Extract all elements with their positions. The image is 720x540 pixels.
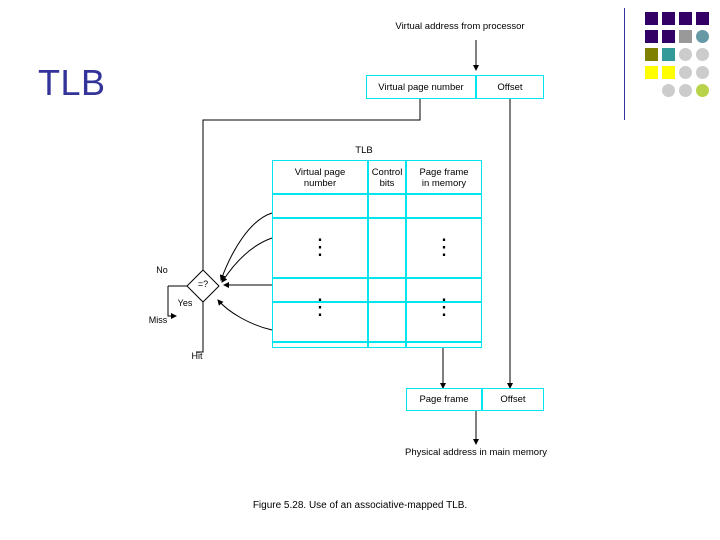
- tlb-ellipsis-lower-right: ⋮: [433, 294, 455, 319]
- deco-circle: [679, 84, 692, 97]
- deco-circle: [679, 48, 692, 61]
- physical-address-offset-label: Offset: [500, 394, 526, 405]
- slide-canvas: TLB Virtual address from processor Virtu…: [0, 0, 720, 540]
- tlb-cell: [368, 194, 406, 218]
- tlb-table-label: TLB: [355, 145, 373, 156]
- tlb-cell: [406, 342, 482, 348]
- no-label: No: [156, 265, 168, 275]
- miss-label: Miss: [148, 315, 168, 325]
- tlb-cell: [368, 342, 406, 348]
- tlb-cell: [368, 218, 406, 278]
- decorative-squares-block: [645, 12, 717, 116]
- deco-circle: [679, 66, 692, 79]
- deco-square: [645, 66, 658, 79]
- tlb-cell: [368, 278, 406, 302]
- deco-square: [662, 30, 675, 43]
- virtual-page-number-label: Virtual page number: [378, 82, 464, 93]
- deco-circle: [696, 66, 709, 79]
- deco-square: [696, 12, 709, 25]
- tlb-ellipsis-upper-left: ⋮: [309, 234, 331, 259]
- deco-square: [645, 30, 658, 43]
- deco-square: [662, 48, 675, 61]
- deco-square: [645, 48, 658, 61]
- tlb-cell: [272, 342, 368, 348]
- tlb-cell: [406, 194, 482, 218]
- deco-square: [679, 30, 692, 43]
- yes-label: Yes: [177, 298, 193, 308]
- virtual-address-offset-label: Offset: [497, 82, 523, 93]
- hit-label: Hit: [191, 351, 203, 361]
- tlb-cell: [368, 302, 406, 342]
- compare-label: =?: [197, 279, 209, 289]
- page-frame-label: Page frame: [419, 394, 469, 405]
- deco-square: [645, 12, 658, 25]
- deco-square: [662, 66, 675, 79]
- top-label: Virtual address from processor: [395, 21, 525, 32]
- deco-square: [662, 12, 675, 25]
- deco-circle: [696, 30, 709, 43]
- tlb-cell: [272, 194, 368, 218]
- tlb-header-virtual-page-number-label: Virtual page number: [294, 167, 346, 190]
- tlb-ellipsis-upper-right: ⋮: [433, 234, 455, 259]
- tlb-header-control-bits-label: Control bits: [371, 167, 403, 190]
- bottom-label: Physical address in main memory: [404, 447, 548, 458]
- page-title: TLB: [38, 62, 106, 103]
- tlb-header-page-frame-label: Page frame in memory: [419, 167, 469, 190]
- tlb-ellipsis-lower-left: ⋮: [309, 294, 331, 319]
- figure-caption: Figure 5.28. Use of an associative-mappe…: [252, 500, 468, 511]
- deco-square: [679, 12, 692, 25]
- deco-circle: [696, 48, 709, 61]
- deco-circle: [662, 84, 675, 97]
- deco-circle: [696, 84, 709, 97]
- decorative-rule: [624, 8, 625, 120]
